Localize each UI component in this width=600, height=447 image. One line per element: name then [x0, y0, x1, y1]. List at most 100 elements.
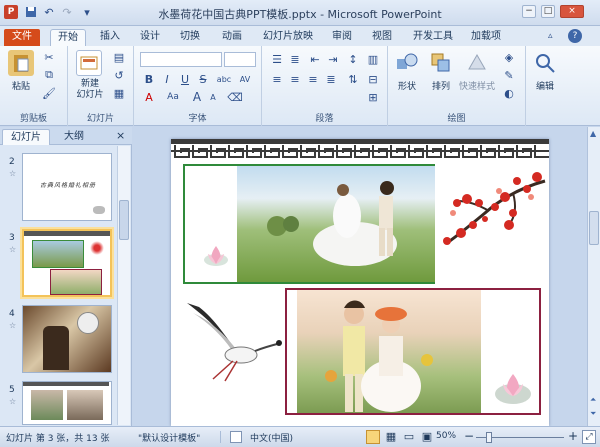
italic-button[interactable]: I — [160, 72, 174, 86]
normal-view-icon[interactable] — [366, 430, 380, 444]
quick-styles-label[interactable]: 快速样式 — [454, 79, 500, 92]
text-direction-icon[interactable]: ⇅ — [346, 72, 360, 86]
zoom-level[interactable]: 50% — [436, 431, 456, 441]
tab-animations[interactable]: 动画 — [218, 29, 246, 46]
language-indicator[interactable]: 中文(中国) — [250, 431, 293, 444]
strikethrough-button[interactable]: S — [196, 72, 210, 86]
thumb-border-pattern — [23, 382, 109, 386]
shapes-label[interactable]: 形状 — [392, 79, 422, 92]
tab-outline-pane[interactable]: 大纲 — [54, 129, 94, 145]
shadow-button[interactable]: abc — [214, 72, 234, 86]
font-size-combo[interactable] — [224, 52, 256, 67]
shape-fill-icon[interactable]: ◈ — [502, 50, 516, 64]
new-slide-icon[interactable] — [76, 50, 102, 76]
slide-thumbnail-3[interactable] — [22, 229, 112, 297]
next-slide-icon[interactable]: ⏷ — [590, 409, 596, 419]
tab-slides-pane[interactable]: 幻灯片 — [2, 129, 50, 145]
clear-format-icon[interactable]: ⌫ — [227, 90, 243, 104]
tab-insert[interactable]: 插入 — [96, 29, 124, 46]
tab-addins[interactable]: 加载项 — [466, 29, 506, 46]
thumb-photo — [50, 269, 102, 295]
section-icon[interactable]: ▦ — [112, 86, 126, 100]
fit-window-icon[interactable]: ⤢ — [582, 430, 596, 444]
wedding-photo-1 — [237, 166, 435, 282]
tab-review[interactable]: 审阅 — [328, 29, 356, 46]
font-name-combo[interactable] — [140, 52, 222, 67]
slide-number: 4 — [9, 309, 15, 319]
arrange-icon[interactable] — [428, 50, 454, 76]
spacing-button[interactable]: AV — [236, 72, 254, 86]
tab-home[interactable]: 开始 — [50, 29, 86, 46]
group-paragraph: ☰ ≣ ⇤ ⇥ ↕ ▥ ≡ ≡ ≡ ≣ ⇅ ⊟ ⊞ 段落 — [262, 46, 388, 126]
increase-indent-icon[interactable]: ⇥ — [326, 52, 340, 66]
align-left-icon[interactable]: ≡ — [270, 72, 284, 86]
tab-transitions[interactable]: 切换 — [176, 29, 204, 46]
slide-thumbnail-4[interactable] — [22, 305, 112, 373]
shape-outline-icon[interactable]: ✎ — [502, 68, 516, 82]
top-photo-frame[interactable] — [183, 164, 435, 284]
cut-icon[interactable]: ✂ — [42, 50, 56, 64]
current-slide[interactable] — [171, 139, 549, 426]
tab-design[interactable]: 设计 — [136, 29, 164, 46]
quick-styles-icon[interactable] — [464, 50, 490, 76]
paste-label[interactable]: 粘贴 — [6, 79, 36, 92]
tab-file[interactable]: 文件 — [4, 29, 40, 46]
editing-label[interactable]: 编辑 — [530, 79, 560, 92]
slideshow-icon[interactable]: ▣ — [420, 430, 434, 444]
shape-effects-icon[interactable]: ◐ — [502, 86, 516, 100]
justify-icon[interactable]: ≣ — [324, 72, 338, 86]
bottom-photo-frame[interactable] — [285, 288, 541, 415]
format-painter-icon[interactable]: 🖌 — [42, 86, 56, 100]
editing-icon[interactable] — [532, 50, 558, 76]
change-case-button[interactable]: Aa — [164, 90, 182, 104]
minimize-button[interactable]: − — [522, 5, 536, 18]
font-color-button[interactable]: A — [142, 90, 156, 104]
shrink-font-button[interactable]: A — [206, 90, 220, 104]
slide-scrollbar[interactable]: ▲ ⏶ ⏷ — [587, 127, 600, 426]
slide-scroll-thumb[interactable] — [589, 211, 599, 245]
tab-developer[interactable]: 开发工具 — [408, 29, 458, 46]
slide-sorter-icon[interactable]: ▦ — [384, 430, 398, 444]
pane-scrollbar[interactable] — [117, 146, 130, 425]
reset-icon[interactable]: ↺ — [112, 68, 126, 82]
smartart-icon[interactable]: ⊞ — [366, 90, 380, 104]
zoom-out-button[interactable]: − — [464, 429, 474, 443]
slide-thumbnail-2[interactable]: 古典风格婚礼相册 — [22, 153, 112, 221]
maximize-button[interactable]: □ — [541, 5, 555, 18]
shapes-icon[interactable] — [394, 50, 420, 76]
align-text-icon[interactable]: ⊟ — [366, 72, 380, 86]
help-icon[interactable]: ? — [568, 29, 582, 43]
zoom-in-button[interactable]: + — [568, 429, 578, 443]
close-button[interactable]: × — [560, 5, 584, 18]
align-center-icon[interactable]: ≡ — [288, 72, 302, 86]
bold-button[interactable]: B — [142, 72, 156, 86]
new-slide-label[interactable]: 新建 幻灯片 — [70, 79, 110, 101]
scroll-up-icon[interactable]: ▲ — [590, 129, 596, 138]
close-pane-button[interactable]: × — [116, 129, 125, 142]
layout-icon[interactable]: ▤ — [112, 50, 126, 64]
align-right-icon[interactable]: ≡ — [306, 72, 320, 86]
zoom-slider-thumb[interactable] — [486, 432, 492, 443]
arrange-label[interactable]: 排列 — [426, 79, 456, 92]
reading-view-icon[interactable]: ▭ — [402, 430, 416, 444]
copy-icon[interactable]: ⧉ — [42, 68, 56, 82]
paste-icon[interactable] — [8, 50, 34, 76]
tab-view[interactable]: 视图 — [368, 29, 396, 46]
prev-slide-icon[interactable]: ⏶ — [590, 395, 596, 405]
columns-icon[interactable]: ▥ — [366, 52, 380, 66]
line-spacing-icon[interactable]: ↕ — [346, 52, 360, 66]
group-clipboard: 粘贴 ✂ ⧉ 🖌 剪贴板 — [0, 46, 68, 126]
slide-thumbnail-5[interactable] — [22, 381, 112, 425]
thumb-photo — [67, 390, 103, 420]
spellcheck-icon[interactable] — [230, 431, 242, 443]
title-bar: P ↶ ↷ ▾ 水墨荷花中国古典PPT模板.pptx - Microsoft P… — [0, 0, 600, 26]
tab-slideshow[interactable]: 幻灯片放映 — [258, 29, 318, 46]
underline-button[interactable]: U — [178, 72, 192, 86]
minimize-ribbon-icon[interactable]: ▵ — [548, 31, 560, 43]
grow-font-button[interactable]: A — [190, 90, 204, 104]
pane-scroll-thumb[interactable] — [119, 200, 129, 240]
decrease-indent-icon[interactable]: ⇤ — [308, 52, 322, 66]
theme-name[interactable]: "默认设计模板" — [138, 431, 200, 444]
bullets-icon[interactable]: ☰ — [270, 52, 284, 66]
numbering-icon[interactable]: ≣ — [288, 52, 302, 66]
